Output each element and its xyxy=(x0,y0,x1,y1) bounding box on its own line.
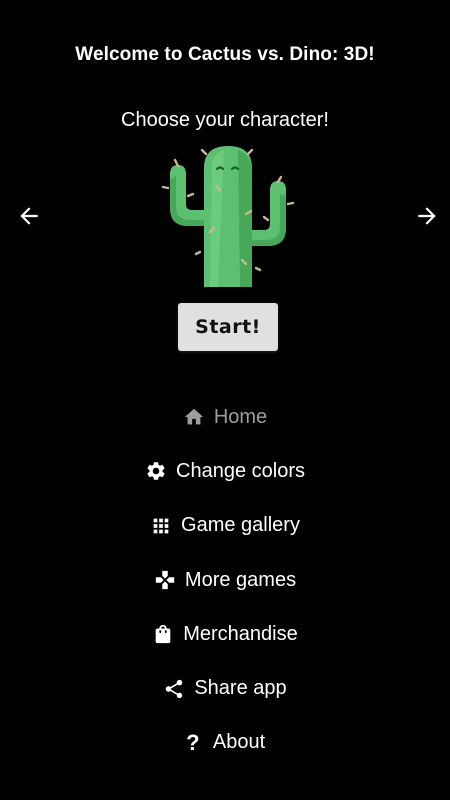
menu-item-share-app[interactable]: Share app xyxy=(0,661,450,715)
previous-character-button[interactable] xyxy=(16,203,42,229)
next-character-button[interactable] xyxy=(414,203,440,229)
welcome-title: Welcome to Cactus vs. Dino: 3D! xyxy=(75,44,375,65)
menu-item-label: Merchandise xyxy=(183,622,298,645)
gamepad-icon xyxy=(154,569,176,591)
menu-item-home[interactable]: Home xyxy=(0,390,450,444)
menu-item-about[interactable]: ? About xyxy=(0,716,450,770)
share-icon xyxy=(163,678,185,700)
menu-item-label: Change colors xyxy=(176,459,305,482)
menu-item-label: Home xyxy=(213,405,268,428)
home-icon xyxy=(183,406,205,428)
menu-item-label: More games xyxy=(184,568,297,591)
gear-icon xyxy=(145,460,167,482)
menu-item-change-colors[interactable]: Change colors xyxy=(0,444,450,498)
choose-character-heading: Choose your character! xyxy=(121,109,329,131)
main-menu: Home Change colors Game gallery More gam… xyxy=(0,390,450,770)
menu-item-merchandise[interactable]: Merchandise xyxy=(0,607,450,661)
arrow-left-icon xyxy=(20,207,38,225)
grid-icon xyxy=(150,515,172,537)
menu-item-label: Game gallery xyxy=(181,514,300,537)
start-button[interactable]: Start! xyxy=(178,303,278,351)
cactus-character xyxy=(158,140,298,290)
help-icon: ? xyxy=(186,729,200,755)
menu-item-label: About xyxy=(212,731,266,754)
arrow-right-icon xyxy=(418,207,436,225)
menu-item-label: Share app xyxy=(194,677,287,700)
shopping-bag-icon xyxy=(152,623,174,645)
menu-item-game-gallery[interactable]: Game gallery xyxy=(0,499,450,553)
menu-item-more-games[interactable]: More games xyxy=(0,553,450,607)
